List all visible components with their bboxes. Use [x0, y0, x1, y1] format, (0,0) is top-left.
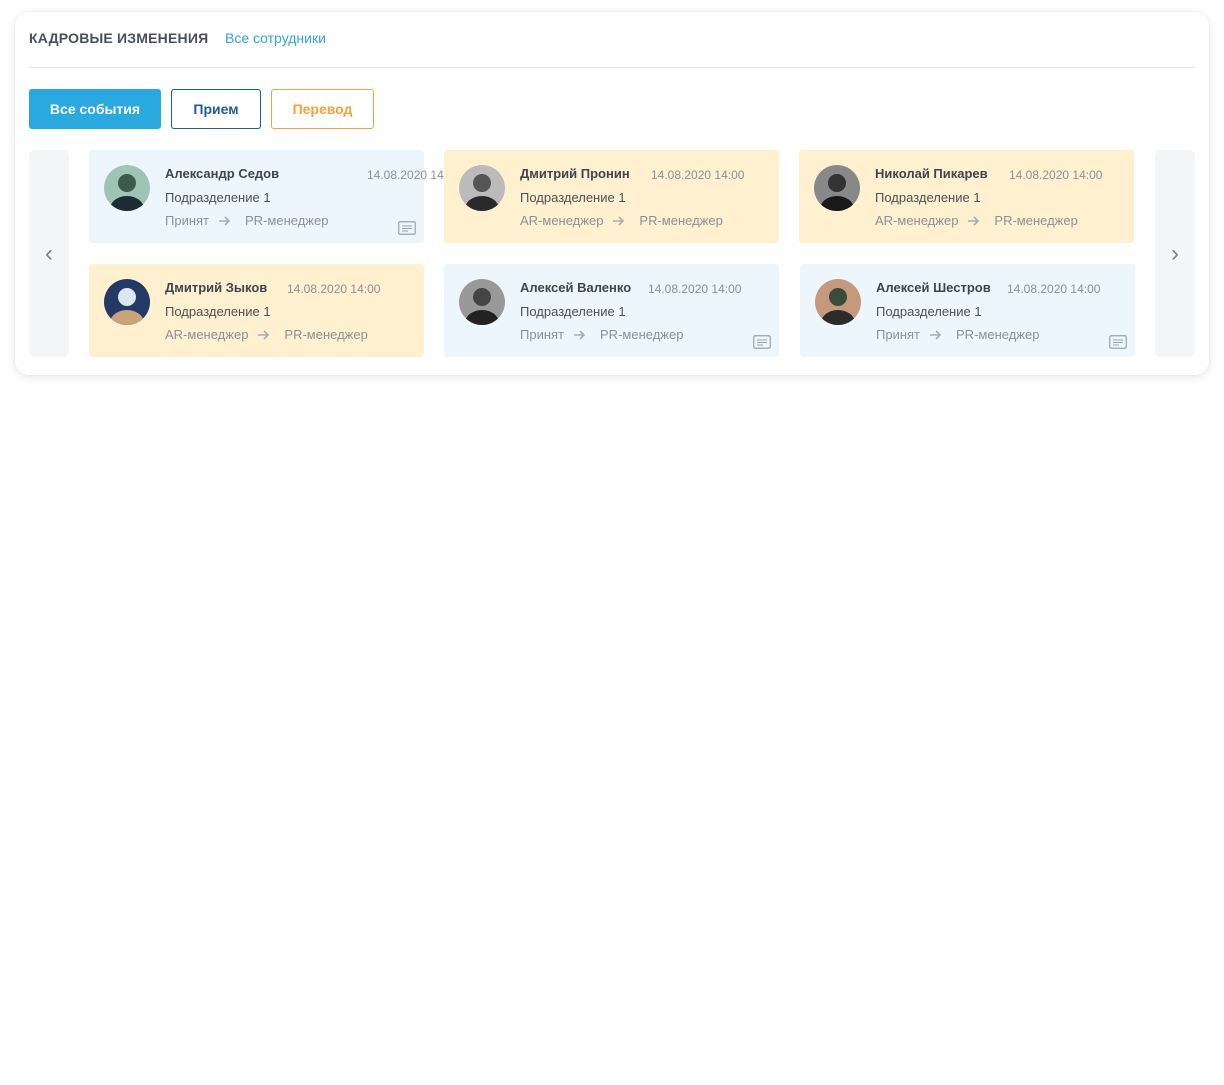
- department: Подразделение 1: [875, 190, 981, 205]
- position-to: PR-менеджер: [600, 327, 684, 342]
- document-icon[interactable]: [753, 335, 771, 349]
- avatar: [459, 279, 505, 325]
- employee-name: Алексей Валенко: [520, 280, 632, 295]
- chevron-right-icon: ›: [1171, 239, 1179, 267]
- department: Подразделение 1: [165, 304, 271, 319]
- event-time: 14.08.2020 14:00: [1007, 282, 1101, 296]
- position-from: Принят: [876, 327, 921, 342]
- position-to: PR-менеджер: [994, 213, 1078, 228]
- department: Подразделение 1: [520, 190, 626, 205]
- hr-changes-widget: КАДРОВЫЕ ИЗМЕНЕНИЯ Все сотрудники Все со…: [15, 12, 1209, 375]
- widget-header: КАДРОВЫЕ ИЗМЕНЕНИЯ Все сотрудники: [29, 30, 1195, 68]
- event-card[interactable]: Алексей Валенко 14.08.2020 14:00 Подраздел…: [444, 264, 779, 357]
- all-employees-link[interactable]: Все сотрудники: [225, 30, 326, 46]
- position-change: Принят PR-менеджер: [165, 213, 328, 228]
- event-time: 14.08.2020 14:00: [287, 282, 381, 296]
- filter-hire-button[interactable]: Прием: [171, 89, 261, 129]
- carousel-prev-button[interactable]: ‹: [29, 150, 69, 357]
- employee-name: Николай Пикарев: [875, 166, 988, 181]
- position-from: Принят: [520, 327, 565, 342]
- position-to: PR-менеджер: [956, 327, 1040, 342]
- avatar: [814, 165, 860, 211]
- department: Подразделение 1: [520, 304, 626, 319]
- event-card[interactable]: Николай Пикарев 14.08.2020 14:00 Подраздел…: [799, 150, 1134, 243]
- arrow-right-icon: [574, 329, 586, 340]
- event-card[interactable]: Дмитрий Зыков 14.08.2020 14:00 Подразделен…: [89, 264, 424, 357]
- position-change: Принят PR-менеджер: [876, 327, 1039, 342]
- event-card[interactable]: Дмитрий Пронин 14.08.2020 14:00 Подразделе…: [444, 150, 779, 243]
- arrow-right-icon: [613, 215, 625, 226]
- filter-all-events-button[interactable]: Все события: [29, 89, 161, 129]
- position-from: AR-менеджер: [875, 213, 959, 228]
- chevron-left-icon: ‹: [45, 239, 53, 267]
- avatar: [815, 279, 861, 325]
- arrow-right-icon: [258, 329, 270, 340]
- arrow-right-icon: [930, 329, 942, 340]
- event-card[interactable]: Александр Седов 14.08.2020 14:00 Подраздел…: [89, 150, 460, 243]
- employee-name: Алексей Шестров: [876, 280, 991, 295]
- widget-title: КАДРОВЫЕ ИЗМЕНЕНИЯ: [29, 30, 209, 46]
- position-to: PR-менеджер: [284, 327, 368, 342]
- position-from: Принят: [165, 213, 210, 228]
- position-from: AR-менеджер: [520, 213, 604, 228]
- document-icon[interactable]: [398, 221, 416, 235]
- avatar: [459, 165, 505, 211]
- document-icon[interactable]: [1109, 335, 1127, 349]
- avatar: [104, 165, 150, 211]
- department: Подразделение 1: [876, 304, 982, 319]
- position-change: AR-менеджер PR-менеджер: [165, 327, 368, 342]
- position-change: AR-менеджер PR-менеджер: [875, 213, 1078, 228]
- filter-transfer-button[interactable]: Перевод: [271, 89, 374, 129]
- event-time: 14.08.2020 14:00: [1009, 168, 1103, 182]
- position-to: PR-менеджер: [639, 213, 723, 228]
- employee-name: Александр Седов: [165, 166, 280, 181]
- carousel-next-button[interactable]: ›: [1155, 150, 1195, 357]
- arrow-right-icon: [219, 215, 231, 226]
- position-change: AR-менеджер PR-менеджер: [520, 213, 723, 228]
- event-time: 14.08.2020 14:00: [648, 282, 742, 296]
- position-from: AR-менеджер: [165, 327, 249, 342]
- employee-name: Дмитрий Зыков: [165, 280, 268, 295]
- event-card[interactable]: Алексей Шестров 14.08.2020 14:00 Подраздел…: [800, 264, 1135, 357]
- employee-name: Дмитрий Пронин: [520, 166, 630, 181]
- avatar: [104, 279, 150, 325]
- event-time: 14.08.2020 14:00: [651, 168, 745, 182]
- department: Подразделение 1: [165, 190, 271, 205]
- arrow-right-icon: [968, 215, 980, 226]
- position-to: PR-менеджер: [245, 213, 329, 228]
- position-change: Принят PR-менеджер: [520, 327, 683, 342]
